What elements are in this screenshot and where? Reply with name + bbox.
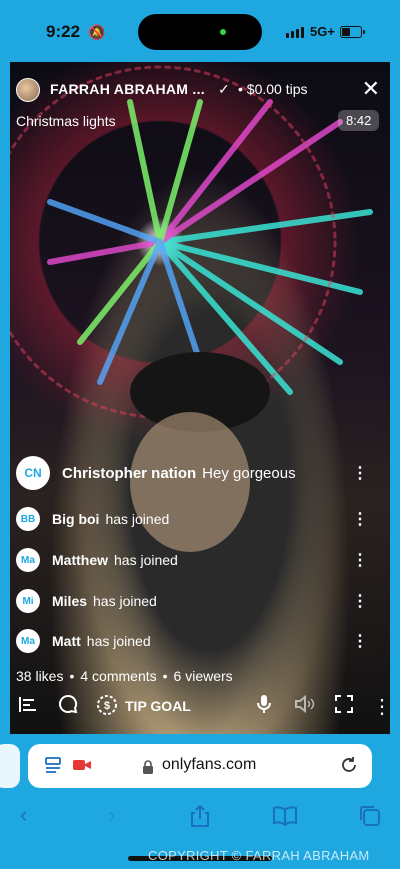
user-badge: BB — [16, 507, 40, 531]
comment-row: Mi Miles has joined ⋮ — [16, 589, 376, 613]
network-type: 5G+ — [310, 24, 335, 39]
copyright-watermark: COPYRIGHT © FARRAH ABRAHAM — [148, 848, 370, 863]
comments-count: 4 comments — [80, 668, 157, 684]
stream-stats: 38 likes • 4 comments • 6 viewers — [16, 668, 233, 684]
comment-message: has joined — [105, 511, 170, 527]
tips-total: • $0.00 tips — [238, 81, 308, 97]
back-icon[interactable]: ‹ — [20, 802, 27, 828]
reader-icon[interactable] — [44, 756, 62, 779]
comment-row: CN Christopher nation Hey gorgeous ⋮ — [16, 456, 376, 490]
creator-name[interactable]: FARRAH ABRAHAM ... — [50, 81, 205, 97]
close-icon[interactable]: ✕ — [362, 76, 380, 102]
microphone-icon[interactable] — [255, 694, 273, 720]
creator-avatar[interactable] — [16, 78, 40, 102]
kebab-icon[interactable]: ⋮ — [352, 631, 368, 651]
tips-separator: • — [238, 81, 243, 97]
comment-username[interactable]: Big boi — [52, 511, 99, 527]
user-badge: Ma — [16, 548, 40, 572]
signal-icon — [286, 27, 304, 38]
lock-icon — [142, 758, 154, 779]
comment-row: Ma Matthew has joined ⋮ — [16, 548, 376, 572]
dynamic-island — [138, 14, 262, 50]
user-badge: CN — [16, 456, 50, 490]
speaker-muted-icon[interactable] — [294, 694, 316, 720]
comment-message: Hey gorgeous — [202, 464, 296, 482]
comment-username[interactable]: Miles — [52, 593, 87, 609]
tips-amount: $0.00 tips — [246, 81, 308, 97]
status-time: 9:22 — [46, 22, 81, 41]
comment-username[interactable]: Matt — [52, 633, 81, 649]
kebab-icon[interactable]: ⋮ — [352, 509, 368, 529]
tabs-icon[interactable] — [358, 804, 382, 834]
likes-count: 38 likes — [16, 668, 64, 684]
comment-message: has joined — [93, 593, 157, 609]
viewers-count: 6 viewers — [173, 668, 233, 684]
forward-icon[interactable]: › — [108, 802, 115, 828]
url-text[interactable]: onlyfans.com — [162, 756, 256, 774]
address-bar[interactable]: onlyfans.com — [28, 744, 372, 788]
stream-header: FARRAH ABRAHAM ... ✓ • $0.00 tips ✕ — [16, 76, 386, 104]
comment-row: Ma Matt has joined ⋮ — [16, 629, 376, 653]
comment-message: has joined — [114, 552, 178, 568]
user-badge: Ma — [16, 629, 40, 653]
kebab-icon[interactable]: ⋮ — [352, 463, 368, 483]
svg-text:$: $ — [104, 700, 110, 712]
bell-slash-icon: 🔕 — [88, 24, 106, 40]
kebab-icon[interactable]: ⋮ — [352, 550, 368, 570]
kebab-icon[interactable]: ⋮ — [352, 591, 368, 611]
chat-bubble-icon[interactable] — [58, 694, 78, 720]
user-badge: Mi — [16, 589, 40, 613]
comment-username[interactable]: Christopher nation — [62, 465, 196, 482]
tip-goal-button[interactable]: TIP GOAL — [125, 698, 191, 714]
fullscreen-icon[interactable] — [334, 694, 354, 720]
stream-title: Christmas lights — [16, 113, 116, 129]
stream-timer: 8:42 — [338, 110, 380, 131]
comment-message: has joined — [86, 633, 151, 649]
camera-icon[interactable] — [72, 756, 92, 777]
tip-dollar-icon[interactable]: $ — [96, 694, 118, 722]
stream-controls: $ TIP GOAL ⋮ — [10, 692, 392, 722]
reload-icon[interactable] — [340, 756, 358, 779]
status-bar: 9:22 🔕 5G+ — [0, 0, 400, 62]
previous-tab-preview[interactable] — [0, 744, 20, 788]
bookmarks-icon[interactable] — [272, 806, 298, 832]
share-icon[interactable] — [189, 804, 211, 834]
comment-username[interactable]: Matthew — [52, 552, 108, 568]
poll-icon[interactable] — [18, 694, 38, 720]
more-icon[interactable]: ⋮ — [372, 694, 392, 719]
comment-row: BB Big boi has joined ⋮ — [16, 507, 376, 531]
battery-icon — [340, 26, 365, 38]
verified-icon: ✓ — [218, 81, 230, 97]
